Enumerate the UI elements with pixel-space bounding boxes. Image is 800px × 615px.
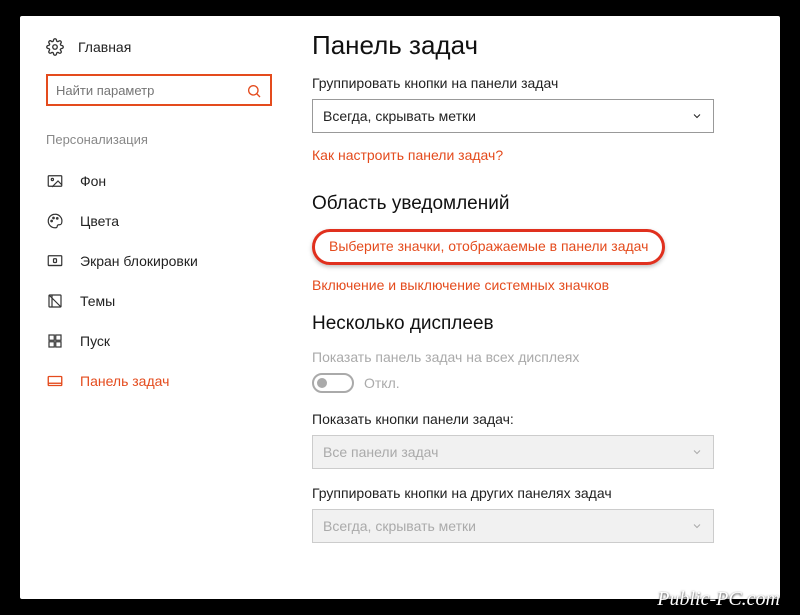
sidebar-item-themes[interactable]: Темы [46, 281, 288, 321]
highlight-callout: Выберите значки, отображаемые в панели з… [312, 229, 665, 265]
home-button[interactable]: Главная [46, 38, 288, 56]
nav-label: Экран блокировки [80, 253, 198, 269]
taskbar-icon [46, 372, 64, 390]
watermark: Public-PC.com [657, 588, 780, 611]
palette-icon [46, 212, 64, 230]
sidebar-item-colors[interactable]: Цвета [46, 201, 288, 241]
system-icons-link[interactable]: Включение и выключение системных значков [312, 277, 756, 293]
show-all-displays-label: Показать панель задач на всех дисплеях [312, 349, 756, 365]
chevron-down-icon [691, 520, 703, 532]
show-buttons-label: Показать кнопки панели задач: [312, 411, 756, 427]
nav-label: Темы [80, 293, 115, 309]
nav-label: Фон [80, 173, 106, 189]
search-icon [246, 83, 262, 99]
chevron-down-icon [691, 110, 703, 122]
show-buttons-select[interactable]: Все панели задач [312, 435, 714, 469]
select-value: Всегда, скрывать метки [323, 108, 476, 124]
notification-area-heading: Область уведомлений [312, 193, 756, 215]
nav-label: Цвета [80, 213, 119, 229]
group-other-select[interactable]: Всегда, скрывать метки [312, 509, 714, 543]
gear-icon [46, 38, 64, 56]
sidebar-item-start[interactable]: Пуск [46, 321, 288, 361]
configure-taskbar-link[interactable]: Как настроить панели задач? [312, 147, 503, 163]
page-title: Панель задач [312, 30, 756, 61]
sidebar: Главная Персонализация Фон Цвета [20, 16, 288, 599]
settings-window: Главная Персонализация Фон Цвета [20, 16, 780, 599]
home-label: Главная [78, 39, 131, 55]
select-value: Все панели задач [323, 444, 438, 460]
image-icon [46, 172, 64, 190]
select-icons-link[interactable]: Выберите значки, отображаемые в панели з… [329, 238, 648, 254]
chevron-down-icon [691, 446, 703, 458]
sidebar-item-background[interactable]: Фон [46, 161, 288, 201]
search-box[interactable] [46, 74, 272, 106]
content-area: Панель задач Группировать кнопки на пане… [288, 16, 780, 599]
toggle-state-text: Откл. [364, 375, 400, 391]
lockscreen-icon [46, 252, 64, 270]
sidebar-group-title: Персонализация [46, 132, 288, 147]
sidebar-item-taskbar[interactable]: Панель задач [46, 361, 288, 401]
multiple-displays-heading: Несколько дисплеев [312, 313, 756, 335]
group-buttons-select[interactable]: Всегда, скрывать метки [312, 99, 714, 133]
show-all-displays-toggle[interactable] [312, 373, 354, 393]
themes-icon [46, 292, 64, 310]
nav-label: Панель задач [80, 373, 169, 389]
nav-label: Пуск [80, 333, 110, 349]
group-buttons-label: Группировать кнопки на панели задач [312, 75, 756, 91]
group-other-label: Группировать кнопки на других панелях за… [312, 485, 756, 501]
sidebar-item-lockscreen[interactable]: Экран блокировки [46, 241, 288, 281]
search-input[interactable] [56, 83, 240, 98]
select-value: Всегда, скрывать метки [323, 518, 476, 534]
start-icon [46, 332, 64, 350]
